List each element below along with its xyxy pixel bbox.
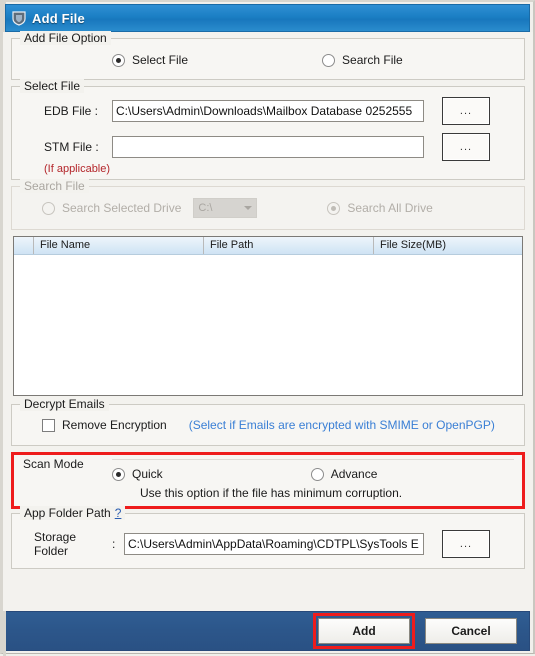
remove-encryption-label: Remove Encryption xyxy=(62,418,167,432)
scan-mode-group: Scan Mode Quick Advance Use this option … xyxy=(14,455,522,506)
file-list-gutter xyxy=(14,237,34,254)
radio-dot-icon xyxy=(112,53,125,67)
column-file-name[interactable]: File Name xyxy=(34,237,204,254)
app-folder-path-legend-text: App Folder Path xyxy=(24,506,111,520)
scan-mode-legend: Scan Mode xyxy=(20,457,87,471)
app-folder-path-legend: App Folder Path? xyxy=(20,506,126,520)
radio-select-file[interactable]: Select File xyxy=(112,53,188,67)
stm-file-label: STM File : xyxy=(44,140,99,154)
search-all-drive-label: Search All Drive xyxy=(347,201,433,215)
remove-encryption-checkbox[interactable]: Remove Encryption xyxy=(42,418,167,432)
radio-search-selected-drive[interactable]: Search Selected Drive xyxy=(42,201,181,215)
radio-scan-quick[interactable]: Quick xyxy=(112,467,163,481)
storage-folder-browse-button[interactable]: ... xyxy=(442,530,490,558)
radio-search-all-drive[interactable]: Search All Drive xyxy=(327,201,433,215)
edb-file-label: EDB File : xyxy=(44,104,99,118)
radio-dot-icon xyxy=(310,467,324,481)
storage-folder-label: Storage Folder xyxy=(34,530,77,558)
window-title: Add File xyxy=(32,10,85,26)
scan-mode-divider xyxy=(112,459,514,460)
radio-scan-quick-label: Quick xyxy=(132,467,163,481)
stm-file-row: STM File : ... xyxy=(20,133,516,161)
dialog-footer: Add Cancel xyxy=(5,611,530,651)
stm-hint: (If applicable) xyxy=(44,163,111,175)
add-file-dialog: Add File Add File Option Select File Sea… xyxy=(0,0,535,656)
decrypt-emails-legend: Decrypt Emails xyxy=(20,397,109,411)
edb-file-row: EDB File : C:\Users\Admin\Downloads\Mail… xyxy=(20,97,516,125)
radio-scan-advance[interactable]: Advance xyxy=(310,467,378,481)
scan-mode-row: Quick Advance xyxy=(22,464,514,484)
storage-folder-input[interactable]: C:\Users\Admin\AppData\Roaming\CDTPL\Sys… xyxy=(124,533,424,555)
decrypt-emails-row: Remove Encryption (Select if Emails are … xyxy=(20,415,516,435)
storage-folder-colon: : xyxy=(112,537,116,551)
shield-icon xyxy=(12,10,26,26)
search-file-legend: Search File xyxy=(20,179,89,193)
add-button[interactable]: Add xyxy=(318,618,410,644)
app-folder-path-group: App Folder Path? Storage Folder : C:\Use… xyxy=(11,506,525,569)
select-file-group: Select File EDB File : C:\Users\Admin\Do… xyxy=(11,79,525,180)
radio-dot-icon xyxy=(42,201,55,215)
stm-browse-button[interactable]: ... xyxy=(442,133,490,161)
radio-select-file-label: Select File xyxy=(132,53,189,67)
edb-file-input[interactable]: C:\Users\Admin\Downloads\Mailbox Databas… xyxy=(112,100,424,122)
scan-mode-description: Use this option if the file has minimum … xyxy=(140,486,403,500)
search-selected-drive-label: Search Selected Drive xyxy=(62,201,182,215)
file-list-body[interactable] xyxy=(14,255,522,395)
file-list[interactable]: File Name File Path File Size(MB) xyxy=(13,236,523,396)
add-file-option-group: Add File Option Select File Search File xyxy=(11,31,525,80)
scan-mode-highlight: Scan Mode Quick Advance Use this option … xyxy=(11,452,525,509)
dialog-body: Add File Option Select File Search File … xyxy=(3,31,533,611)
radio-search-file-label: Search File xyxy=(342,53,403,67)
chevron-down-icon xyxy=(244,206,253,210)
add-file-option-row: Select File Search File xyxy=(20,49,516,71)
radio-dot-icon xyxy=(322,53,336,67)
drive-select[interactable]: C:\ xyxy=(193,198,258,218)
stm-file-input[interactable] xyxy=(112,136,424,158)
decrypt-emails-group: Decrypt Emails Remove Encryption (Select… xyxy=(11,397,525,446)
radio-dot-icon xyxy=(112,467,125,481)
radio-dot-icon xyxy=(327,201,341,215)
search-file-row: Search Selected Drive C:\ Search All Dri… xyxy=(20,197,516,219)
column-file-path[interactable]: File Path xyxy=(204,237,374,254)
select-file-legend: Select File xyxy=(20,79,85,93)
file-list-header: File Name File Path File Size(MB) xyxy=(14,237,522,255)
search-file-group: Search File Search Selected Drive C:\ Se… xyxy=(11,179,525,230)
drive-select-value: C:\ xyxy=(198,202,213,214)
titlebar: Add File xyxy=(5,4,530,32)
radio-search-file[interactable]: Search File xyxy=(322,53,403,67)
add-file-option-legend: Add File Option xyxy=(20,31,111,45)
add-button-highlight: Add xyxy=(313,613,415,649)
storage-folder-row: Storage Folder : C:\Users\Admin\AppData\… xyxy=(20,530,516,558)
checkbox-box-icon xyxy=(42,418,55,432)
edb-browse-button[interactable]: ... xyxy=(442,97,490,125)
cancel-button[interactable]: Cancel xyxy=(425,618,517,644)
decrypt-emails-note: (Select if Emails are encrypted with SMI… xyxy=(188,418,495,432)
column-file-size[interactable]: File Size(MB) xyxy=(374,237,522,254)
app-folder-path-help-link[interactable]: ? xyxy=(115,506,122,520)
radio-scan-advance-label: Advance xyxy=(330,467,378,481)
